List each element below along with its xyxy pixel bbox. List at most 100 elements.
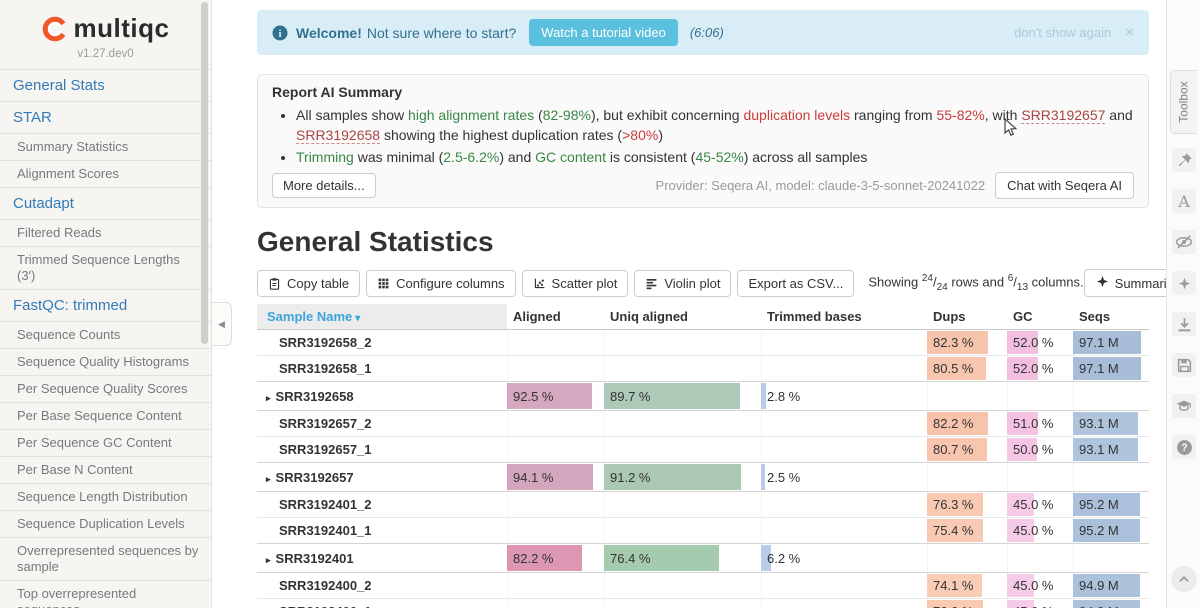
cell-sample-name[interactable]: SRR3192658_2: [257, 330, 507, 356]
cell-value: 52.0 %: [1007, 357, 1067, 381]
sidebar-item-fastqc-trimmed[interactable]: FastQC: trimmed: [0, 290, 211, 322]
violin-plot-button[interactable]: Violin plot: [634, 270, 731, 297]
sidebar-item-per-sequence-quality-scores[interactable]: Per Sequence Quality Scores: [0, 376, 211, 403]
sample-name-text: SRR3192657_1: [279, 442, 372, 457]
cell-uniq-aligned: [604, 356, 761, 382]
column-header-seqs[interactable]: Seqs: [1073, 304, 1149, 330]
bar-wrap: 45.0 %: [1007, 600, 1067, 608]
toolbar-buttons: Copy tableConfigure columns Scatter plot V…: [257, 270, 860, 297]
expand-row-icon[interactable]: ▸: [266, 474, 271, 484]
sidebar-item-alignment-scores[interactable]: Alignment Scores: [0, 161, 211, 188]
sidebar-item-summary-statistics[interactable]: Summary Statistics: [0, 134, 211, 161]
column-header-trimmed-bases[interactable]: Trimmed bases: [761, 304, 927, 330]
cell-seqs: 97.1 M: [1073, 330, 1149, 356]
ai-text-segment: 2.5-6.2%: [443, 149, 499, 165]
export-as-csv-button[interactable]: Export as CSV...: [737, 270, 854, 297]
column-header-dups[interactable]: Dups: [927, 304, 1007, 330]
cell-sample-name[interactable]: SRR3192401_2: [257, 492, 507, 518]
expand-row-icon[interactable]: ▸: [266, 555, 271, 565]
sidebar-item-filtered-reads[interactable]: Filtered Reads: [0, 220, 211, 247]
multiqc-logo[interactable]: multiqc: [42, 13, 170, 44]
letter-a-icon[interactable]: A: [1172, 189, 1196, 213]
sidebar-item-per-base-n-content[interactable]: Per Base N Content: [0, 457, 211, 484]
cell-sample-name[interactable]: SRR3192400_2: [257, 573, 507, 599]
sidebar-item-trimmed-sequence-lengths-3[interactable]: Trimmed Sequence Lengths (3'): [0, 247, 211, 290]
version-label: v1.27.dev0: [0, 48, 211, 60]
sidebar-item-overrepresented-sequences-by-sample[interactable]: Overrepresented sequences by sample: [0, 538, 211, 581]
cell-sample-name[interactable]: SRR3192401_1: [257, 518, 507, 544]
eye-hide-icon[interactable]: [1172, 230, 1196, 254]
cell-sample-name[interactable]: ▸ SRR3192401: [257, 544, 507, 573]
download-icon[interactable]: [1172, 312, 1196, 336]
column-header-aligned[interactable]: Aligned: [507, 304, 604, 330]
watch-tutorial-button[interactable]: Watch a tutorial video: [529, 19, 678, 46]
cell-gc: [1007, 463, 1073, 492]
cell-seqs: 94.9 M: [1073, 599, 1149, 608]
pin-icon[interactable]: [1172, 148, 1196, 172]
summarize-label: Summarize: [1115, 276, 1166, 291]
more-details-button[interactable]: More details...: [272, 173, 376, 198]
cell-gc: 45.0 %: [1007, 518, 1073, 544]
ai-text-segment: showing the highest duplication rates (: [380, 127, 622, 143]
dont-show-again-link[interactable]: don't show again: [1014, 25, 1111, 40]
ai-summary-title: Report AI Summary: [272, 84, 1134, 100]
sidebar-item-general-stats[interactable]: General Stats: [0, 70, 211, 102]
sidebar-item-per-base-sequence-content[interactable]: Per Base Sequence Content: [0, 403, 211, 430]
expand-row-icon[interactable]: ▸: [266, 393, 271, 403]
cell-sample-name[interactable]: ▸SRR3192658: [257, 382, 507, 411]
sidebar-scrollbar[interactable]: [201, 2, 208, 344]
cell-sample-name[interactable]: ▸SRR3192657: [257, 463, 507, 492]
configure-columns-button[interactable]: Configure columns: [366, 270, 515, 297]
sample-name-text: SRR3192400_2: [279, 578, 372, 593]
sidebar-item-cutadapt[interactable]: Cutadapt: [0, 188, 211, 220]
cell-value: 75.4 %: [927, 519, 1001, 543]
scroll-to-top-button[interactable]: [1171, 566, 1197, 592]
sidebar-item-sequence-length-distribution[interactable]: Sequence Length Distribution: [0, 484, 211, 511]
cell-sample-name[interactable]: SRR3192400_1: [257, 599, 507, 608]
toolbox-tab[interactable]: Toolbox: [1170, 70, 1197, 134]
save-icon[interactable]: [1172, 353, 1196, 377]
chat-with-seqera-button[interactable]: Chat with Seqera AI: [995, 172, 1134, 199]
bar-wrap: 82.2 %: [927, 412, 1001, 435]
banner-close-icon[interactable]: ×: [1125, 24, 1134, 41]
cell-gc: 50.0 %: [1007, 437, 1073, 463]
toolbar-button-label: Violin plot: [664, 276, 720, 291]
sidebar-item-sequence-counts[interactable]: Sequence Counts: [0, 322, 211, 349]
multiqc-report-page: multiqc v1.27.dev0 General StatsSTARSumm…: [0, 0, 1200, 608]
graduation-cap-icon[interactable]: [1172, 394, 1196, 418]
sample-link[interactable]: SRR3192657: [1021, 107, 1105, 124]
bar-wrap: 93.1 M: [1073, 438, 1143, 461]
cell-seqs: 95.2 M: [1073, 492, 1149, 518]
sidebar-item-per-sequence-gc-content[interactable]: Per Sequence GC Content: [0, 430, 211, 457]
sidebar: multiqc v1.27.dev0 General StatsSTARSumm…: [0, 0, 212, 608]
cell-sample-name[interactable]: SRR3192657_1: [257, 437, 507, 463]
cell-uniq-aligned: [604, 411, 761, 437]
scatter-plot-button[interactable]: Scatter plot: [522, 270, 629, 297]
cell-uniq-aligned: [604, 573, 761, 599]
summarize-button[interactable]: Summarize: [1084, 269, 1166, 297]
sidebar-collapse-handle[interactable]: ◀: [212, 302, 232, 346]
help-icon[interactable]: ?: [1172, 435, 1196, 459]
column-header-sample-name[interactable]: Sample Name▾: [257, 304, 507, 330]
bar-wrap: 82.2 %: [507, 545, 598, 571]
cell-sample-name[interactable]: SRR3192657_2: [257, 411, 507, 437]
table-row: SRR3192400_274.1 %45.0 %94.9 M: [257, 573, 1149, 599]
sidebar-item-sequence-quality-histograms[interactable]: Sequence Quality Histograms: [0, 349, 211, 376]
sidebar-item-top-overrepresented-sequences[interactable]: Top overrepresented sequences: [0, 581, 211, 608]
column-header-uniq-aligned[interactable]: Uniq aligned: [604, 304, 761, 330]
sidebar-item-star[interactable]: STAR: [0, 102, 211, 134]
ai-summary-bullet: All samples show high alignment rates (8…: [296, 105, 1134, 145]
sidebar-item-sequence-duplication-levels[interactable]: Sequence Duplication Levels: [0, 511, 211, 538]
cell-trimmed-bases: [761, 599, 927, 608]
cell-sample-name[interactable]: SRR3192658_1: [257, 356, 507, 382]
ai-text-segment: 82-98%: [543, 107, 591, 123]
column-header-gc[interactable]: GC: [1007, 304, 1073, 330]
bar-wrap: 91.2 %: [604, 464, 755, 490]
sample-link[interactable]: SRR3192658: [296, 127, 380, 144]
table-row: SRR3192400_176.0 %45.0 %94.9 M: [257, 599, 1149, 608]
cell-value: 97.1 M: [1073, 331, 1143, 355]
sparkle-icon[interactable]: [1172, 271, 1196, 295]
ai-provider-label: Provider: Seqera AI, model: claude-3-5-s…: [656, 178, 986, 193]
copy-table-button[interactable]: Copy table: [257, 270, 360, 297]
sample-name-text: SRR3192401: [276, 551, 354, 566]
